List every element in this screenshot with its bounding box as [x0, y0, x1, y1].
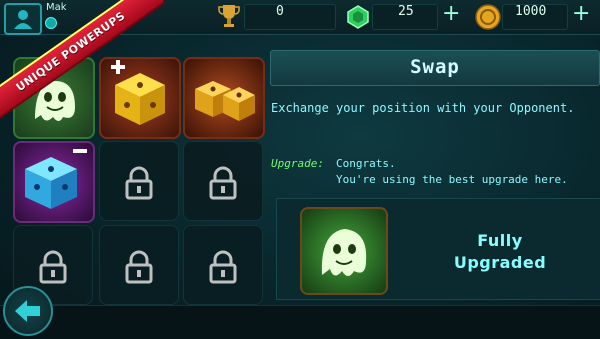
trophy-icon	[218, 5, 240, 27]
fully-upgraded-line2: Upgraded	[453, 253, 547, 272]
fully-upgraded-line1: Fully	[477, 231, 523, 250]
locked-powerup-tile[interactable]	[99, 225, 179, 305]
player-name: Mak	[46, 2, 67, 13]
back-button[interactable]	[3, 286, 53, 336]
bottom-bar	[0, 305, 600, 339]
dice-minus-icon	[25, 149, 87, 209]
powerup-double-dice-tile[interactable]	[183, 57, 265, 139]
upgrade-preview-icon	[300, 207, 388, 295]
locked-powerup-tile[interactable]	[99, 141, 179, 221]
arrow-left-icon	[15, 300, 40, 322]
powerup-title: Swap	[410, 56, 460, 78]
locked-powerup-tile[interactable]	[183, 141, 263, 221]
add-gems-button[interactable]: +	[442, 1, 460, 26]
powerup-plus-die-tile[interactable]	[99, 57, 181, 139]
person-icon	[14, 10, 32, 29]
gem-count: 25	[398, 4, 414, 19]
powerup-description: Exchange your position with your Opponen…	[271, 101, 575, 115]
upgrade-status-line1: Congrats.	[336, 157, 396, 170]
coin-count: 1000	[515, 4, 547, 19]
lock-icon	[39, 250, 67, 284]
powerup-minus-die-tile[interactable]	[13, 141, 95, 223]
coin-icon	[475, 4, 501, 30]
lock-icon	[209, 250, 237, 284]
trophy-count: 0	[276, 4, 284, 19]
dice-plus-icon	[111, 60, 165, 125]
lock-icon	[209, 166, 237, 200]
upgrade-label: Upgrade:	[271, 157, 324, 170]
lock-icon	[125, 166, 153, 200]
ghost-icon	[321, 229, 367, 276]
fully-upgraded-label: Fully Upgraded	[405, 230, 595, 274]
player-avatar[interactable]	[4, 3, 42, 35]
level-badge	[45, 17, 57, 29]
powerup-title-plate: Swap	[270, 50, 600, 86]
locked-powerup-tile[interactable]	[183, 225, 263, 305]
double-dice-icon	[195, 81, 255, 121]
gem-icon	[347, 5, 369, 29]
upgrade-status-line2: You're using the best upgrade here.	[336, 173, 568, 186]
trophy-counter	[244, 4, 336, 30]
lock-icon	[125, 250, 153, 284]
add-coins-button[interactable]: +	[572, 1, 590, 26]
